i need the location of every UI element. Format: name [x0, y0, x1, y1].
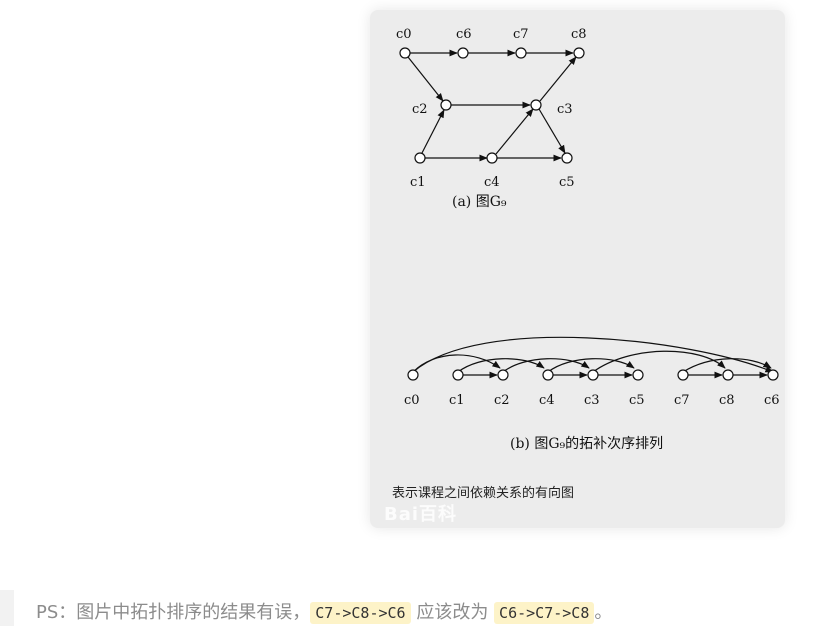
- graph-a-edges: [407, 49, 577, 162]
- node-c1: [414, 152, 426, 164]
- label-c3: c3: [557, 102, 573, 117]
- edge-c0-c2: [407, 56, 444, 102]
- label-b-c1: c1: [449, 393, 465, 408]
- label-b-c3: c3: [584, 393, 600, 408]
- caption-b: (b) 图G₉的拓补次序排列: [510, 436, 663, 452]
- label-b-c8: c8: [719, 393, 735, 408]
- node-b-c5: [632, 369, 644, 381]
- edge-c3-c8: [539, 56, 577, 102]
- correction-note: PS：图片中拓扑排序的结果有误， C7->C8->C6 应该改为 C6->C7->…: [36, 598, 612, 624]
- node-c2: [440, 99, 452, 111]
- label-c6: c6: [456, 27, 472, 42]
- label-c5: c5: [559, 175, 575, 190]
- graph-a-labels: c0 c6 c7 c8 c2 c3 c1 c4 c5 (a) 图G₉: [396, 27, 587, 210]
- label-c1: c1: [410, 175, 426, 190]
- dependency-graph-figure: c0 c6 c7 c8 c2 c3 c1 c4 c5 (a) 图G₉ c0 c1…: [396, 27, 780, 452]
- label-b-c5: c5: [629, 393, 645, 408]
- graph-b-labels: c0 c1 c2 c4 c3 c5 c7 c8 c6 (b) 图G₉的拓补次序排…: [404, 393, 780, 452]
- node-b-c8: [722, 369, 734, 381]
- label-b-c4: c4: [539, 393, 555, 408]
- node-b-c3: [587, 369, 599, 381]
- label-b-c0: c0: [404, 393, 420, 408]
- note-prefix: PS：图片中拓扑排序的结果有误，: [36, 602, 311, 623]
- node-b-c2: [497, 369, 509, 381]
- label-c0: c0: [396, 27, 412, 42]
- label-c8: c8: [571, 27, 587, 42]
- figure-description: 表示课程之间依赖关系的有向图: [392, 486, 575, 501]
- node-c6: [457, 47, 469, 59]
- node-c4: [486, 152, 498, 164]
- edge-c4-c3: [495, 108, 534, 155]
- figure-card: c0 c6 c7 c8 c2 c3 c1 c4 c5 (a) 图G₉ c0 c1…: [370, 10, 785, 528]
- caption-a: (a) 图G₉: [452, 194, 507, 210]
- note-accent-bar: [0, 590, 14, 626]
- label-b-c2: c2: [494, 393, 510, 408]
- label-c4: c4: [484, 175, 500, 190]
- node-b-c1: [452, 369, 464, 381]
- node-c0: [399, 47, 411, 59]
- node-b-c6: [767, 369, 779, 381]
- node-c7: [515, 47, 527, 59]
- arc-c3-c8: [592, 350, 726, 373]
- note-suffix: 。: [594, 602, 613, 623]
- graph-b-nodes: [407, 369, 779, 381]
- node-b-c7: [677, 369, 689, 381]
- wrong-order-code: C7->C8->C6: [310, 602, 411, 624]
- label-b-c7: c7: [674, 393, 690, 408]
- node-b-c0: [407, 369, 419, 381]
- node-c3: [530, 99, 542, 111]
- graph-b-arcs: [412, 336, 774, 379]
- node-c8: [573, 47, 585, 59]
- note-middle: 应该改为: [410, 602, 495, 623]
- correct-order-code: C6->C7->C8: [494, 602, 595, 624]
- node-b-c4: [542, 369, 554, 381]
- label-c2: c2: [412, 102, 428, 117]
- baike-watermark: Bai百科: [384, 504, 458, 525]
- label-b-c6: c6: [764, 393, 780, 408]
- label-c7: c7: [513, 27, 529, 42]
- node-c5: [561, 152, 573, 164]
